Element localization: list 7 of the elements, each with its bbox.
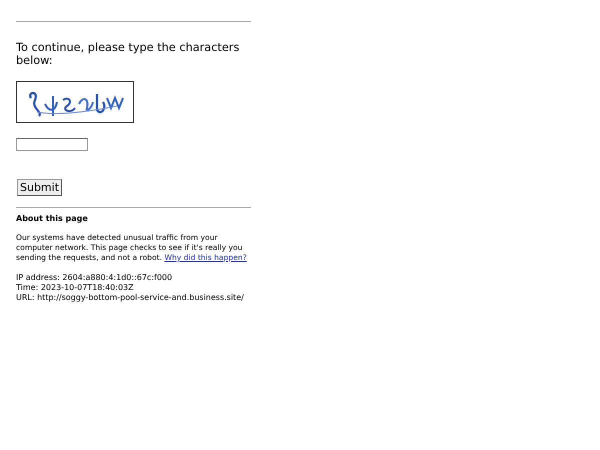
section-heading: About this page xyxy=(16,214,89,223)
answer-field[interactable] xyxy=(16,138,88,151)
detail-line: IP address: 2604:a880:4:1d0::67c:f000 xyxy=(16,273,174,283)
instruction-text: To continue, please type the characters below: xyxy=(16,41,240,67)
submit-button[interactable]: Submit xyxy=(17,179,62,196)
detail-line: Time: 2023-10-07T18:40:03Z xyxy=(16,283,135,293)
detail-line: URL: http://soggy-bottom-pool-service-and.business.site/ xyxy=(16,293,245,303)
